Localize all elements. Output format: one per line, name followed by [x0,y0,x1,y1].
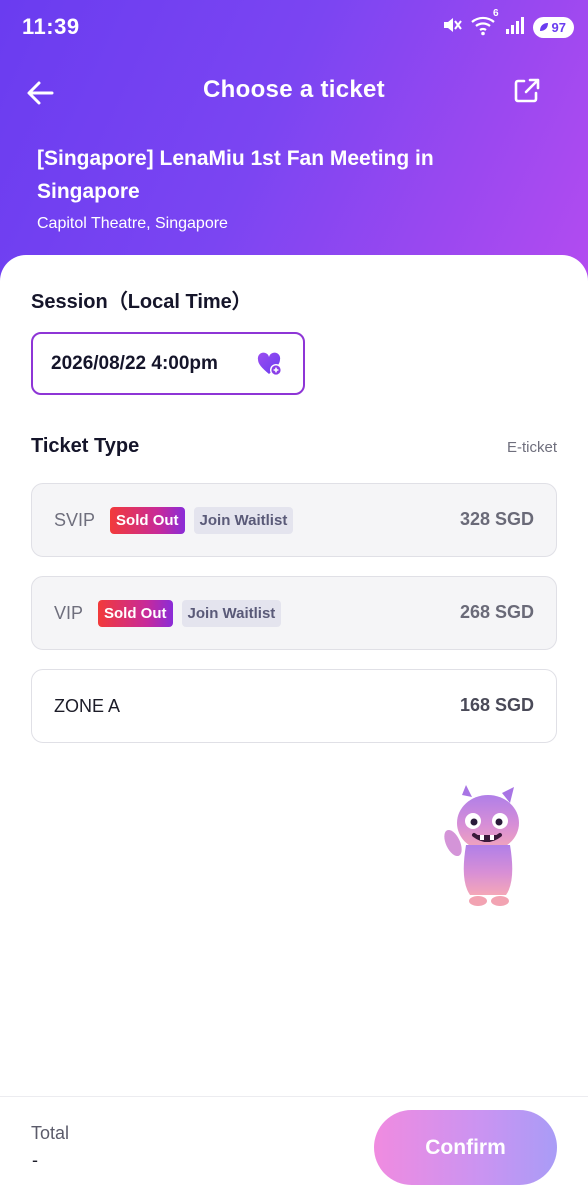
heart-plus-icon [257,352,282,376]
ticket-price: 328 SGD [459,509,534,529]
session-datetime: 2026/08/22 4:00pm [51,352,218,374]
sold-out-badge: Sold Out [110,506,185,534]
ticket-name: VIP [54,602,84,623]
battery-indicator: 97 [532,16,574,38]
ticket-option-zone-a[interactable]: ZONE A 168 SGD [31,669,557,743]
signal-icon [505,15,525,40]
footer-divider [0,1096,588,1097]
join-waitlist-button[interactable]: Join Waitlist [181,599,282,627]
navigation-bar: Choose a ticket [0,64,588,120]
share-icon [514,78,540,103]
page-title: Choose a ticket [203,76,385,103]
status-icons: 6 97 [441,8,574,41]
mascot-illustration [444,785,519,906]
leaf-icon [539,23,548,31]
sold-out-badge: Sold Out [98,599,173,627]
ticket-price: 268 SGD [459,602,534,622]
mute-icon [441,14,463,41]
network-badge: 6 [492,7,499,19]
status-time: 11:39 [22,14,80,39]
total-value: - [32,1150,38,1170]
battery-level: 97 [551,19,566,35]
share-button[interactable] [510,74,544,108]
ticket-name: SVIP [54,509,96,530]
event-venue: Capitol Theatre, Singapore [37,215,228,232]
total-label: Total [31,1123,70,1143]
status-bar: 11:39 6 97 [0,0,588,56]
ticket-name: ZONE A [54,695,121,716]
ticket-price: 168 SGD [459,695,534,715]
join-waitlist-button[interactable]: Join Waitlist [193,506,294,534]
delivery-type: E-ticket [506,439,557,456]
ticket-option-svip[interactable]: SVIP Sold Out Join Waitlist 328 SGD [31,483,557,557]
confirm-button[interactable]: Confirm [374,1110,557,1185]
ticket-type-label: Ticket Type [31,435,140,457]
session-option[interactable]: 2026/08/22 4:00pm [31,332,305,395]
wifi-icon: 6 [470,8,499,41]
session-label: Session（Local Time） [31,291,252,313]
ticket-option-vip[interactable]: VIP Sold Out Join Waitlist 268 SGD [31,576,557,650]
event-title: [Singapore] LenaMiu 1st Fan Meeting in S… [37,147,434,203]
